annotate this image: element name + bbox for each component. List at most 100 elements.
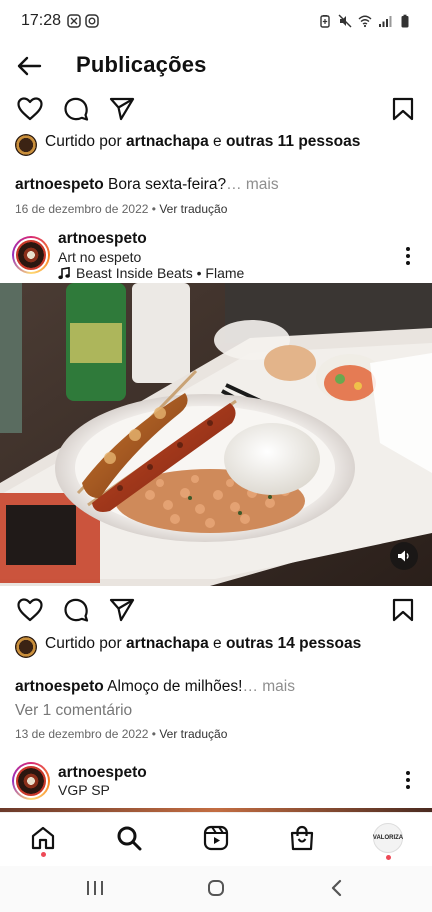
system-navigation-bar [0,866,432,912]
notification-app-icon [67,14,81,28]
profile-notification-dot [386,855,391,860]
post1-likes[interactable]: Curtido por artnachapa e outras 11 pesso… [15,132,415,156]
chevron-left-icon [331,879,342,897]
post1-save-button[interactable] [389,95,417,123]
caption-more-link[interactable]: … mais [226,176,279,193]
post2-comment-button[interactable] [62,596,90,624]
status-left-icons [67,14,99,28]
post2-location[interactable]: Art no espeto [58,249,141,265]
likes-and: e [213,635,222,652]
likes-user[interactable]: artnachapa [126,635,209,652]
post1-like-button[interactable] [16,95,44,123]
sound-toggle-button[interactable] [390,542,418,570]
post1-caption[interactable]: artnoespeto Bora sexta-feira?… mais [15,175,425,195]
post2-save-button[interactable] [389,596,417,624]
post2-like-button[interactable] [16,596,44,624]
back-arrow-icon [17,56,42,76]
see-translation-link[interactable]: Ver tradução [159,202,227,216]
tab-profile[interactable]: VALORIZA [373,823,403,853]
post1-action-row [0,89,432,129]
page-header: Publicações [0,42,432,90]
status-bar: 17:28 [0,0,432,42]
post1-meta: 16 de dezembro de 2022 • Ver tradução [15,202,227,216]
avatar-image [14,238,48,272]
comment-icon [64,598,89,622]
view-comments-link[interactable]: Ver 1 comentário [15,702,132,720]
instagram-notification-icon [85,14,99,28]
likes-prefix: Curtido por [45,133,122,150]
post2-likes-text: Curtido por artnachapa e outras 14 pesso… [15,634,415,654]
share-icon [109,97,135,121]
caption-text: Almoço de milhões! [107,678,243,695]
likes-others[interactable]: outras 14 pessoas [226,635,361,652]
post3-more-options-button[interactable] [398,768,418,792]
likes-prefix: Curtido por [45,635,122,652]
post2-action-row [0,590,432,630]
heart-icon [17,97,43,121]
more-options-icon [406,771,410,775]
post2-meta: 13 de dezembro de 2022 • Ver tradução [15,727,227,741]
home-circle-icon [208,880,224,896]
home-system-button[interactable] [203,876,229,900]
post2-avatar[interactable] [12,236,50,274]
post2-share-button[interactable] [108,596,136,624]
avatar-image [14,764,48,798]
signal-icon [379,16,392,27]
recent-apps-button[interactable] [82,876,108,900]
reels-icon [203,825,229,851]
search-icon [117,826,142,851]
caption-more-link[interactable]: … mais [242,678,295,695]
shop-icon [290,825,314,851]
tab-reels[interactable] [201,823,231,853]
home-notification-dot [41,852,46,857]
post3-avatar[interactable] [12,762,50,800]
sound-on-icon [398,550,409,562]
post1-comment-button[interactable] [62,95,90,123]
post2-more-options-button[interactable] [398,244,418,268]
caption-username[interactable]: artnoespeto [15,176,104,193]
bookmark-icon [392,97,414,121]
caption-text: Bora sexta-feira? [108,176,227,193]
post2-music[interactable]: Beast Inside Beats • Flame [58,265,244,281]
tab-home[interactable] [28,823,58,853]
status-time: 17:28 [21,12,62,29]
meta-separator: • [151,727,156,741]
post1-share-button[interactable] [108,95,136,123]
food-photo [0,283,432,586]
bookmark-icon [392,598,414,622]
meta-separator: • [151,202,156,216]
post2-header: artnoespeto Art no espeto Beast Inside B… [0,229,432,281]
post-date: 16 de dezembro de 2022 [15,202,149,216]
status-right-icons [318,14,412,28]
liker-avatar [15,636,37,658]
share-icon [109,598,135,622]
post2-media[interactable] [0,283,432,586]
home-icon [31,826,55,850]
recent-apps-icon [87,881,103,895]
page-title: Publicações [76,52,207,77]
likes-others[interactable]: outras 11 pessoas [226,133,360,150]
battery-saver-icon [320,15,330,28]
comment-icon [64,97,89,121]
post2-username[interactable]: artnoespeto [58,230,147,248]
post3-location[interactable]: VGP SP [58,782,110,798]
post3-header: artnoespeto VGP SP [0,760,432,812]
mute-icon [338,14,352,28]
tab-search[interactable] [114,823,144,853]
tab-shop[interactable] [287,823,317,853]
system-back-button[interactable] [324,876,350,900]
battery-icon [401,14,409,28]
likes-user[interactable]: artnachapa [126,133,209,150]
post2-likes[interactable]: Curtido por artnachapa e outras 14 pesso… [15,634,415,658]
more-options-icon [406,247,410,251]
caption-username[interactable]: artnoespeto [15,678,104,695]
post-date: 13 de dezembro de 2022 [15,727,149,741]
back-button[interactable] [14,52,44,80]
post2-caption[interactable]: artnoespeto Almoço de milhões!… mais [15,677,425,697]
bottom-tab-bar: VALORIZA [0,812,432,866]
post3-username[interactable]: artnoespeto [58,764,147,782]
liker-avatar [15,134,37,156]
wifi-icon [358,15,372,28]
see-translation-link[interactable]: Ver tradução [159,727,227,741]
music-note-icon [58,266,70,279]
